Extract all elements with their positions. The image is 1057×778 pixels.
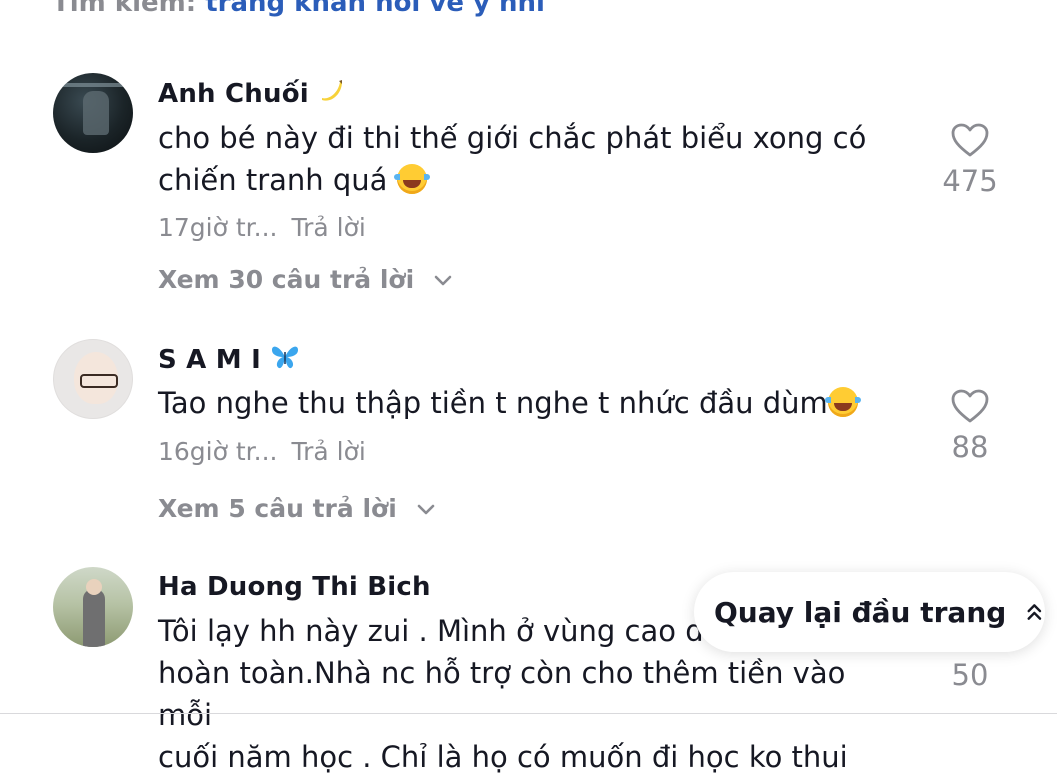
like-button[interactable]: 475 [925,122,1015,198]
avatar[interactable] [53,567,133,647]
back-to-top-button[interactable]: Quay lại đầu trang [694,572,1045,652]
search-label: Tìm kiếm: [52,0,197,18]
like-button[interactable]: 88 [925,388,1015,464]
avatar[interactable] [53,339,133,419]
chevron-down-icon [417,504,435,514]
double-chevron-up-icon [1027,604,1042,620]
butterfly-emoji-icon [272,346,299,369]
view-replies-button[interactable]: Xem 5 câu trả lời [158,494,437,523]
comment-meta: 17giờ tr... Trả lời [158,213,366,242]
comment-time: 17giờ tr... [158,213,278,242]
banana-emoji-icon [322,80,343,101]
avatar[interactable] [53,73,133,153]
search-query-line: Tìm kiếm: trang khán hỏi về ý nhi [52,0,545,18]
like-count: 475 [942,164,998,198]
reply-button[interactable]: Trả lời [292,213,366,242]
laughing-crying-emoji-icon [393,164,430,194]
laughing-crying-emoji-icon [824,387,861,417]
like-count: 50 [951,658,989,692]
comment-text: Tao nghe thu thập tiền t nghe t nhức đầu… [158,382,878,424]
heart-outline-icon [951,389,989,423]
comment-time: 16giờ tr... [158,437,278,466]
comment-meta: 16giờ tr... Trả lời [158,437,366,466]
reply-button[interactable]: Trả lời [292,437,366,466]
search-query-link[interactable]: trang khán hỏi về ý nhi [205,0,545,18]
heart-outline-icon [951,123,989,157]
comment-text: cho bé này đi thi thế giới chắc phát biể… [158,121,867,197]
comment-username[interactable]: Anh Chuối [158,78,344,109]
chevron-down-icon [434,275,452,285]
view-replies-button[interactable]: Xem 30 câu trả lời [158,265,454,294]
divider [0,713,1057,714]
like-count: 88 [951,430,989,464]
comment-username[interactable]: Ha Duong Thi Bich [158,572,431,602]
comment-username[interactable]: S A M I [158,344,300,375]
